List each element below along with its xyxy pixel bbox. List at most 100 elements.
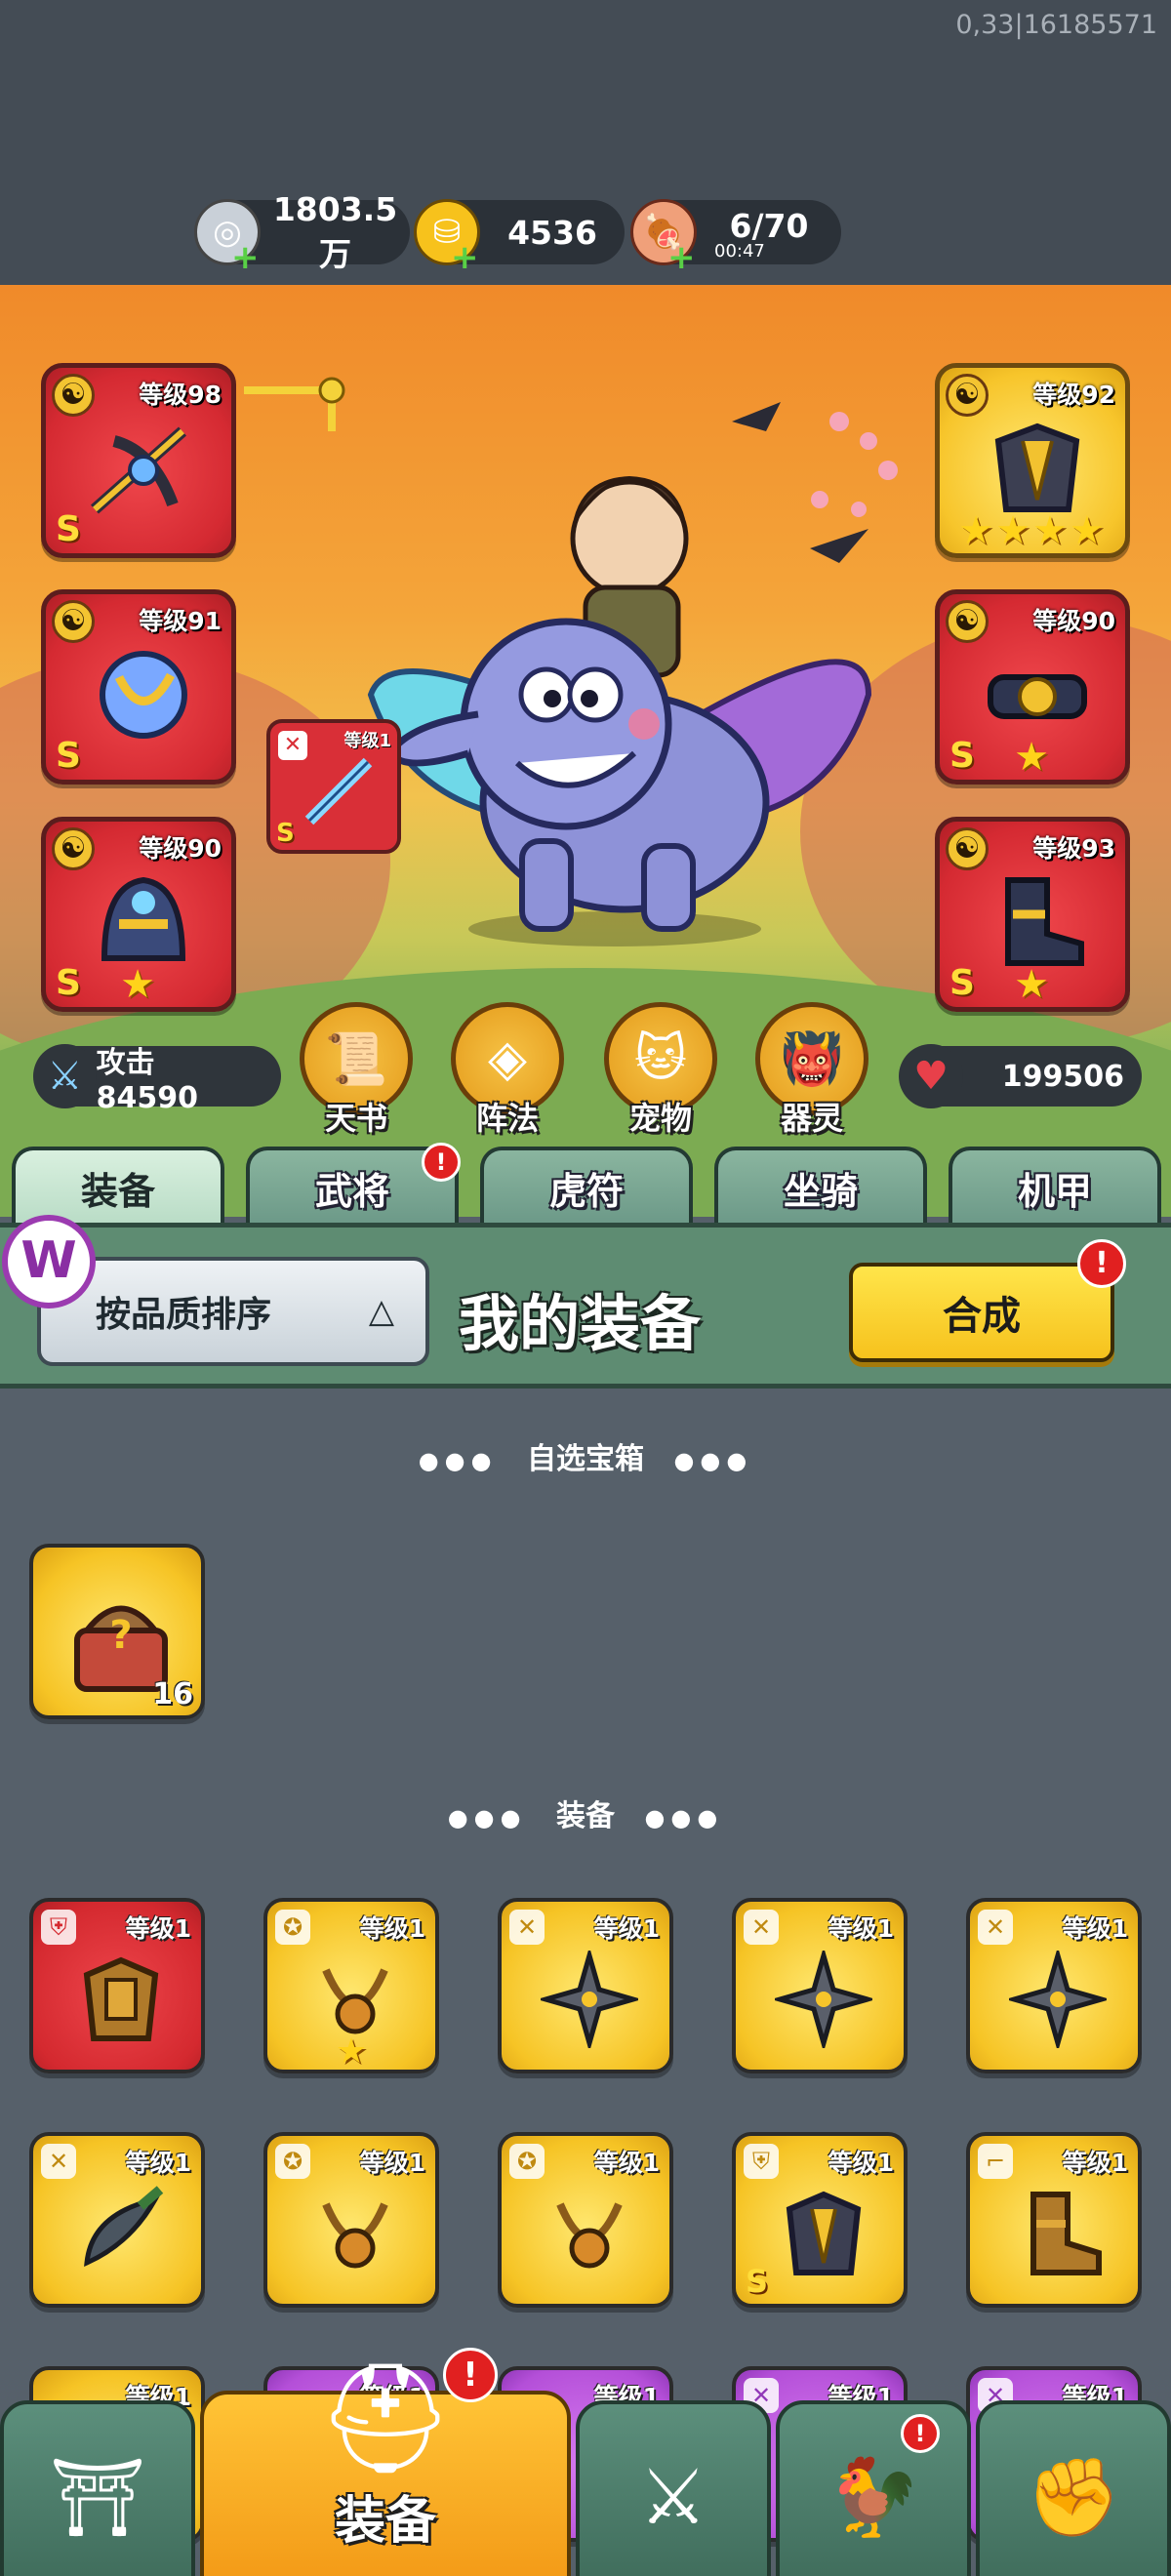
- sword-icon: ⚔: [33, 1044, 97, 1108]
- equipment-item[interactable]: ✪ 等级1: [263, 2132, 439, 2308]
- nav-equipment[interactable]: ⛑ 装备 !: [200, 2348, 571, 2576]
- grade-label: S: [56, 736, 81, 776]
- equipment-item[interactable]: ✕ 等级1: [966, 1898, 1142, 2073]
- notification-badge: !: [1077, 1239, 1126, 1288]
- blue-sword-icon: [304, 757, 373, 825]
- chest-section-title: ●●● 自选宝箱 ●●●: [418, 1442, 753, 1476]
- necklace-icon: [531, 2175, 648, 2292]
- equipment-item[interactable]: ✕ 等级1: [29, 2132, 205, 2308]
- equipment-section-title: ●●● 装备 ●●●: [447, 1799, 724, 1833]
- dark-armor-icon: [765, 2175, 882, 2292]
- grade-label: S: [746, 2263, 769, 2300]
- attack-value: 攻击 84590: [96, 1045, 199, 1115]
- medal-tag-icon: ✪: [275, 2144, 310, 2179]
- sword-tag-icon: ✕: [978, 1910, 1013, 1945]
- heart-icon: ♥: [899, 1044, 963, 1108]
- belt-icon: [988, 674, 1087, 719]
- equip-slot-sub-weapon[interactable]: ✕ 等级1 S: [266, 719, 401, 854]
- crossbow-icon: [91, 426, 186, 514]
- func-pet[interactable]: 🐱 宠物: [602, 1002, 719, 1139]
- boots-icon: [999, 2175, 1116, 2292]
- equip-slot-boots[interactable]: ☯ 等级93 S ★: [935, 817, 1130, 1012]
- curved-blade-icon: [62, 2175, 180, 2292]
- top-bar: 0,33|16185571 ◎ 1803.5万 + ⛁ 4536 + 🍖 6/7…: [0, 0, 1171, 285]
- tab-generals[interactable]: 武将 !: [246, 1143, 461, 1225]
- helmet-icon: [101, 876, 186, 961]
- star-rating: ★: [1014, 735, 1051, 780]
- func-label: 天书: [324, 1100, 387, 1137]
- shuriken-icon: [531, 1941, 648, 2058]
- func-tianshu[interactable]: 📜 天书: [298, 1002, 415, 1139]
- yin-yang-icon: ☯: [52, 600, 95, 643]
- func-qiling[interactable]: 👹 器灵: [753, 1002, 870, 1139]
- silver-resource[interactable]: ◎ 1803.5万 +: [194, 190, 410, 274]
- hp-stat: ♥ 199506: [899, 1044, 1142, 1108]
- nav-label: 装备: [334, 2492, 436, 2551]
- equipment-item[interactable]: ⛨ 等级1 S: [732, 2132, 908, 2308]
- add-silver-icon[interactable]: +: [231, 241, 260, 274]
- star-rating: ★: [120, 962, 157, 1007]
- equip-slot-armor[interactable]: ☯ 等级92 ★★★★: [935, 363, 1130, 558]
- slot-level: 等级93: [1032, 834, 1115, 863]
- yin-yang-icon: ☯: [946, 827, 989, 870]
- floating-w-logo[interactable]: W: [2, 1215, 96, 1308]
- equipment-item[interactable]: ✕ 等级1: [732, 1898, 908, 2073]
- notification-badge: !: [443, 2348, 498, 2402]
- rooster-icon: 🐓: [826, 2453, 921, 2542]
- star-rating: ★★★★: [958, 508, 1107, 553]
- nav-city[interactable]: ⛩: [0, 2400, 195, 2576]
- nav-hero[interactable]: 🐓 !: [776, 2400, 971, 2576]
- merge-button[interactable]: 合成 !: [849, 1239, 1126, 1362]
- boots-icon: [1005, 877, 1084, 966]
- func-zhenfa[interactable]: ◈ 阵法: [449, 1002, 566, 1139]
- stamina-resource[interactable]: 🍖 6/70 00:47 +: [630, 199, 841, 274]
- func-label: 宠物: [628, 1100, 692, 1137]
- svg-text:?: ?: [109, 1613, 132, 1658]
- sort-label: 按品质排序: [96, 1295, 272, 1335]
- triangle-up-icon: △: [368, 1292, 394, 1331]
- gate-icon: ⛩: [49, 2453, 146, 2542]
- equip-slot-necklace[interactable]: ☯ 等级91 S: [41, 589, 236, 785]
- slot-level: 等级91: [139, 607, 222, 635]
- func-label: 器灵: [780, 1100, 843, 1137]
- gold-resource[interactable]: ⛁ 4536 +: [414, 199, 625, 274]
- yin-yang-icon: ☯: [52, 827, 95, 870]
- equip-slot-helmet[interactable]: ☯ 等级90 S ★: [41, 817, 236, 1012]
- silver-value: 1803.5万: [272, 189, 398, 273]
- nav-upgrade[interactable]: ✊: [976, 2400, 1171, 2576]
- equip-slot-belt[interactable]: ☯ 等级90 S ★: [935, 589, 1130, 785]
- equipment-item[interactable]: ⌐ 等级1: [966, 2132, 1142, 2308]
- slot-level: 等级92: [1032, 381, 1115, 409]
- add-stamina-icon[interactable]: +: [667, 241, 696, 274]
- bottom-navigation: ⛩ ⛑ 装备 ! ⚔ 🐓 ! ✊: [0, 2348, 1171, 2576]
- stamina-timer: 00:47: [714, 241, 765, 262]
- yin-yang-icon: ☯: [52, 374, 95, 417]
- star-rating: ★: [335, 2032, 368, 2072]
- notification-badge: !: [901, 2414, 940, 2453]
- selectable-chest-item[interactable]: ? 16: [29, 1544, 205, 1719]
- equipment-item[interactable]: ⛨ 等级1: [29, 1898, 205, 2073]
- slot-level: 等级1: [343, 731, 391, 751]
- build-id: 0,33|16185571: [955, 10, 1157, 40]
- tab-equipment[interactable]: 装备: [12, 1147, 224, 1225]
- func-label: 阵法: [475, 1100, 539, 1137]
- attack-stat: ⚔ 攻击 84590: [33, 1044, 281, 1115]
- add-gold-icon[interactable]: +: [451, 241, 479, 274]
- blossom-branch-icon: [732, 402, 898, 563]
- equipment-item[interactable]: ✕ 等级1: [498, 1898, 673, 2073]
- item-count: 16: [152, 1677, 193, 1711]
- nav-battle[interactable]: ⚔: [576, 2400, 771, 2576]
- tab-tiger-tally[interactable]: 虎符: [480, 1147, 693, 1225]
- equipment-item[interactable]: ✪ 等级1: [498, 2132, 673, 2308]
- hp-value: 199506: [1001, 1059, 1124, 1094]
- tab-mount[interactable]: 坐骑: [714, 1147, 927, 1225]
- equip-slot-weapon[interactable]: ☯ 等级98 S: [41, 363, 236, 558]
- equipment-item[interactable]: ✪ 等级1 ★: [263, 1898, 439, 2073]
- grade-label: S: [56, 509, 81, 549]
- grade-label: S: [276, 819, 295, 848]
- slot-level: 等级90: [139, 834, 222, 863]
- tab-mecha[interactable]: 机甲: [949, 1147, 1161, 1225]
- yin-yang-icon: ☯: [946, 374, 989, 417]
- sort-quality-dropdown[interactable]: 按品质排序 △: [37, 1257, 429, 1366]
- armor-tag-icon: ⛨: [744, 2144, 779, 2179]
